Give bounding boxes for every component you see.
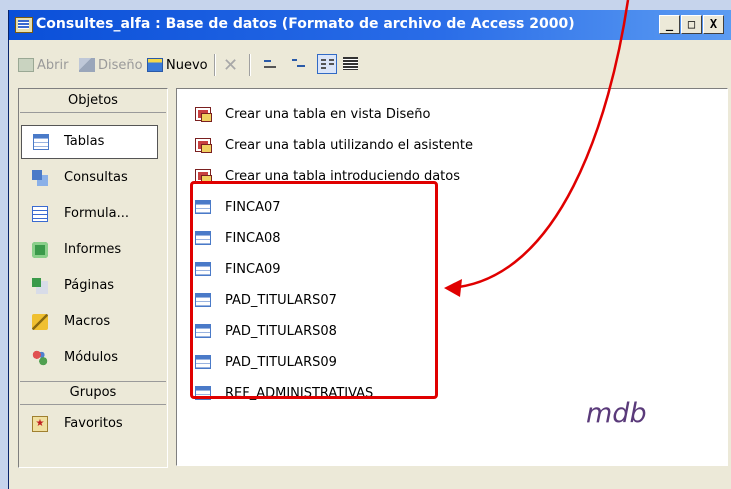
annotation-arrowhead <box>444 279 462 297</box>
annotation-arrow-path <box>445 0 630 293</box>
mdb-annotation-label: mdb <box>586 398 647 429</box>
